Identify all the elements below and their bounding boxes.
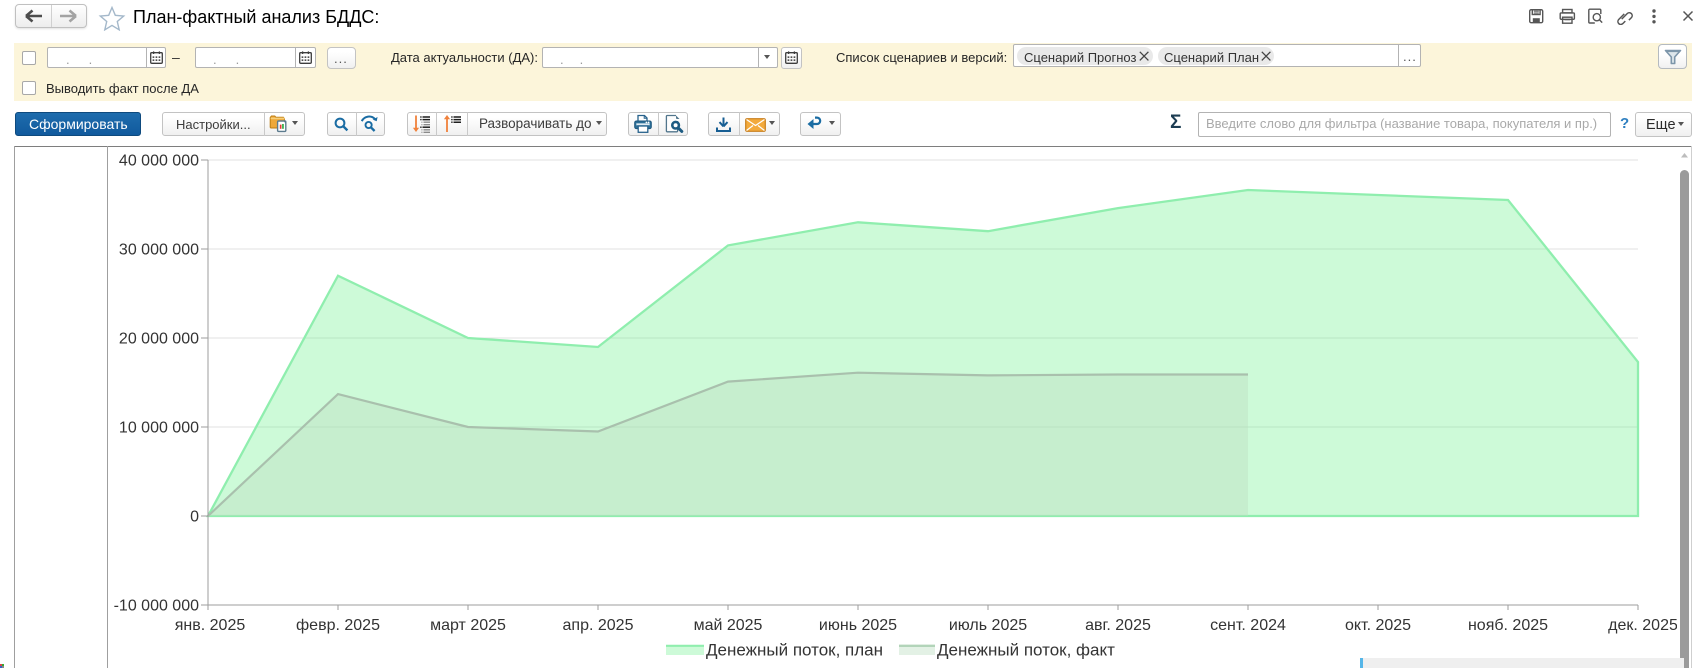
svg-text:апр. 2025: апр. 2025 — [563, 617, 634, 634]
svg-text:20 000 000: 20 000 000 — [119, 331, 199, 348]
svg-text:май 2025: май 2025 — [694, 617, 763, 634]
svg-text:июнь 2025: июнь 2025 — [819, 617, 897, 634]
svg-text:Денежный поток, факт: Денежный поток, факт — [937, 641, 1115, 660]
svg-text:10 000 000: 10 000 000 — [119, 420, 199, 437]
svg-text:сент. 2024: сент. 2024 — [1210, 617, 1286, 634]
svg-text:30 000 000: 30 000 000 — [119, 242, 199, 259]
svg-text:40 000 000: 40 000 000 — [119, 153, 199, 170]
svg-text:окт. 2025: окт. 2025 — [1345, 617, 1411, 634]
svg-text:0: 0 — [190, 509, 199, 526]
svg-text:февр. 2025: февр. 2025 — [296, 617, 380, 634]
svg-text:-10 000 000: -10 000 000 — [114, 598, 200, 615]
svg-text:Денежный поток, план: Денежный поток, план — [706, 641, 883, 660]
svg-text:дек. 2025: дек. 2025 — [1608, 617, 1677, 634]
svg-text:март 2025: март 2025 — [430, 617, 506, 634]
svg-text:июль 2025: июль 2025 — [949, 617, 1027, 634]
svg-text:янв. 2025: янв. 2025 — [175, 617, 246, 634]
svg-text:нояб. 2025: нояб. 2025 — [1468, 617, 1548, 634]
svg-text:авг. 2025: авг. 2025 — [1085, 617, 1151, 634]
